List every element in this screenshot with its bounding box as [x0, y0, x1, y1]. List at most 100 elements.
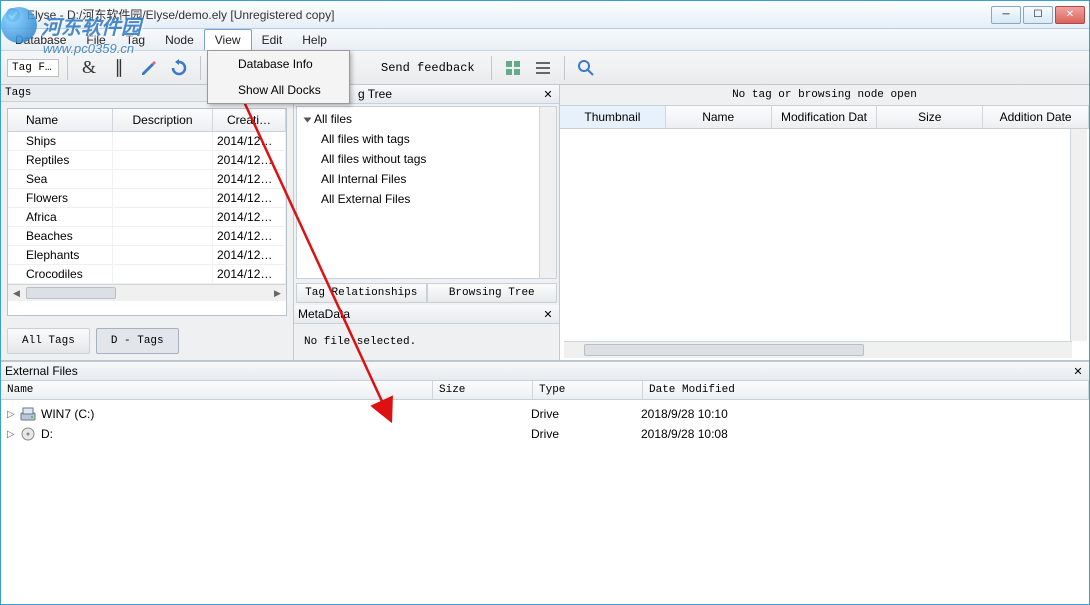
table-row[interactable]: Ships2014/12…: [8, 132, 286, 151]
pause-button[interactable]: ∥: [106, 55, 132, 81]
table-row[interactable]: Beaches2014/12…: [8, 227, 286, 246]
scroll-left-icon[interactable]: ◀: [8, 285, 25, 302]
close-dock-icon[interactable]: ✕: [541, 307, 555, 321]
drive-icon: [19, 406, 37, 422]
tree-item[interactable]: All files with tags: [297, 129, 556, 149]
menu-help[interactable]: Help: [292, 29, 337, 50]
table-row[interactable]: Sea2014/12…: [8, 170, 286, 189]
scroll-right-icon[interactable]: ▶: [269, 285, 286, 302]
minimize-button[interactable]: ─: [991, 6, 1021, 24]
menu-node[interactable]: Node: [155, 29, 204, 50]
col-addition[interactable]: Addition Date: [983, 106, 1089, 128]
tags-grid-header: Name Description Creati…: [8, 109, 286, 132]
no-tag-message: No tag or browsing node open: [560, 85, 1089, 106]
toolbar-separator: [200, 56, 201, 80]
tags-tab-row: All Tags D - Tags: [1, 322, 293, 360]
menu-file[interactable]: File: [76, 29, 115, 50]
col-creation[interactable]: Creati…: [213, 109, 286, 131]
browsing-tree: All files All files with tags All files …: [296, 106, 557, 279]
col-type[interactable]: Type: [533, 381, 643, 399]
table-row[interactable]: Flowers2014/12…: [8, 189, 286, 208]
metadata-title: MetaData: [298, 307, 350, 321]
close-dock-icon[interactable]: ✕: [1071, 364, 1085, 378]
col-name[interactable]: Name: [8, 109, 113, 131]
scroll-thumb[interactable]: [26, 287, 116, 299]
view-grid-icon[interactable]: [500, 55, 526, 81]
col-name[interactable]: Name: [1, 381, 433, 399]
menu-tag[interactable]: Tag: [116, 29, 155, 50]
expand-icon[interactable]: ▷: [7, 429, 19, 440]
table-row[interactable]: Crocodiles2014/12…: [8, 265, 286, 284]
titlebar: Elyse - D:/河东软件园/Elyse/demo.ely [Unregis…: [1, 1, 1089, 29]
dropdown-database-info[interactable]: Database Info: [208, 51, 349, 77]
tree-tabs: Tag Relationships Browsing Tree: [296, 283, 557, 303]
menubar: Database File Tag Node View Edit Help: [1, 29, 1089, 51]
tree-item[interactable]: All Internal Files: [297, 169, 556, 189]
menu-edit[interactable]: Edit: [252, 29, 293, 50]
ampersand-button[interactable]: &: [76, 55, 102, 81]
col-name[interactable]: Name: [666, 106, 772, 128]
dropdown-show-all-docks[interactable]: Show All Docks: [208, 77, 349, 103]
tag-filter-field[interactable]: Tag F…: [7, 59, 59, 77]
menu-view[interactable]: View: [204, 29, 252, 50]
view-dropdown: Database Info Show All Docks: [207, 50, 350, 104]
main-area: Tags Name Description Creati… Ships2014/…: [1, 85, 1089, 604]
pencil-icon[interactable]: [136, 55, 162, 81]
list-item[interactable]: ▷WIN7 (C:)Drive2018/9/28 10:10: [1, 404, 1089, 424]
tree-item[interactable]: All files without tags: [297, 149, 556, 169]
maximize-button[interactable]: ☐: [1023, 6, 1053, 24]
tree-root[interactable]: All files: [297, 109, 556, 129]
refresh-icon[interactable]: [166, 55, 192, 81]
tags-panel: Tags Name Description Creati… Ships2014/…: [1, 85, 294, 360]
tags-rows: Ships2014/12…Reptiles2014/12…Sea2014/12……: [8, 132, 286, 284]
table-row[interactable]: Africa2014/12…: [8, 208, 286, 227]
tags-hscrollbar[interactable]: ◀ ▶: [8, 284, 286, 301]
external-columns: Name Size Type Date Modified: [1, 381, 1089, 400]
window-title: Elyse - D:/河东软件园/Elyse/demo.ely [Unregis…: [27, 6, 991, 23]
col-modification[interactable]: Modification Dat: [772, 106, 878, 128]
table-row[interactable]: Reptiles2014/12…: [8, 151, 286, 170]
expand-icon[interactable]: ▷: [7, 409, 19, 420]
middle-column: g Tree ✕ All files All files with tags A…: [294, 85, 560, 360]
close-dock-icon[interactable]: ✕: [541, 87, 555, 101]
col-thumbnail[interactable]: Thumbnail: [560, 106, 666, 128]
tree-item[interactable]: All External Files: [297, 189, 556, 209]
thumb-hscrollbar[interactable]: [564, 341, 1072, 358]
external-files-header: External Files ✕: [1, 362, 1089, 381]
search-icon[interactable]: [573, 55, 599, 81]
tab-all-tags[interactable]: All Tags: [7, 328, 90, 354]
col-description[interactable]: Description: [113, 109, 213, 131]
thumbnail-body: [560, 129, 1089, 341]
toolbar-separator: [564, 56, 565, 80]
metadata-body: No file selected.: [294, 324, 559, 360]
tree-vscrollbar[interactable]: [539, 107, 556, 278]
menu-database[interactable]: Database: [5, 29, 76, 50]
caret-down-icon: [304, 117, 312, 122]
send-feedback-button[interactable]: Send feedback: [373, 61, 483, 75]
col-size[interactable]: Size: [877, 106, 983, 128]
browsing-tree-title: g Tree: [358, 87, 392, 101]
upper-split: Tags Name Description Creati… Ships2014/…: [1, 85, 1089, 361]
thumbnail-header: Thumbnail Name Modification Dat Size Add…: [560, 106, 1089, 129]
scroll-thumb[interactable]: [584, 344, 864, 356]
list-item[interactable]: ▷D:Drive2018/9/28 10:08: [1, 424, 1089, 444]
tags-grid: Name Description Creati… Ships2014/12…Re…: [7, 108, 287, 316]
metadata-header: MetaData ✕: [294, 305, 559, 324]
toolbar: Tag F… & ∥ Send feedback: [1, 51, 1089, 85]
col-size[interactable]: Size: [433, 381, 533, 399]
thumb-vscrollbar[interactable]: [1070, 129, 1087, 341]
right-panel: No tag or browsing node open Thumbnail N…: [560, 85, 1089, 360]
window-controls: ─ ☐ ✕: [991, 6, 1085, 24]
table-row[interactable]: Elephants2014/12…: [8, 246, 286, 265]
tab-browsing-tree[interactable]: Browsing Tree: [427, 283, 558, 303]
col-date-modified[interactable]: Date Modified: [643, 381, 1089, 399]
external-files-title: External Files: [5, 364, 78, 378]
tab-tag-relationships[interactable]: Tag Relationships: [296, 283, 427, 303]
external-rows: ▷WIN7 (C:)Drive2018/9/28 10:10▷D:Drive20…: [1, 400, 1089, 604]
drive-icon: [19, 426, 37, 442]
tab-d-tags[interactable]: D - Tags: [96, 328, 179, 354]
external-files-panel: External Files ✕ Name Size Type Date Mod…: [1, 361, 1089, 604]
app-window: Elyse - D:/河东软件园/Elyse/demo.ely [Unregis…: [0, 0, 1090, 605]
view-list-icon[interactable]: [530, 55, 556, 81]
close-button[interactable]: ✕: [1055, 6, 1085, 24]
